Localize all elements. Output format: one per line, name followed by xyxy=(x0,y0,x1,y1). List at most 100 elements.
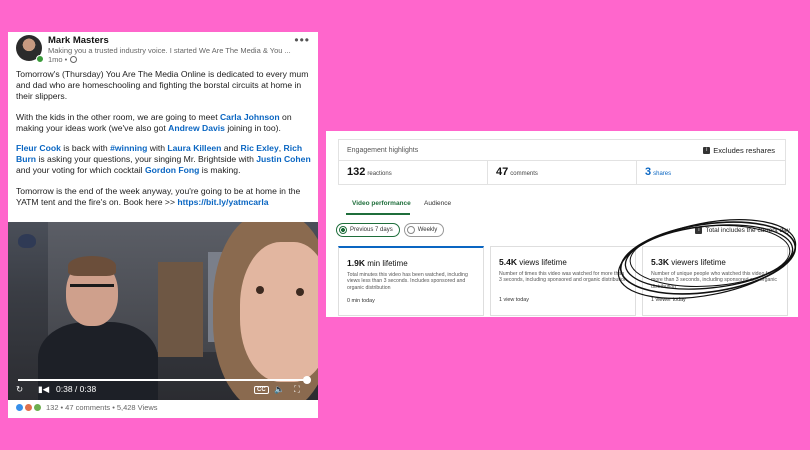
analytics-tabs: Video performance Audience xyxy=(338,199,786,215)
online-status-icon xyxy=(36,55,44,63)
replay-icon[interactable]: ↻ xyxy=(16,384,23,395)
view-count: 5,428 Views xyxy=(116,403,158,412)
celebrate-reaction-icon xyxy=(34,404,41,411)
metric-unit: views lifetime xyxy=(519,258,567,267)
tab-video-performance[interactable]: Video performance xyxy=(352,200,411,207)
stat-number: 3 xyxy=(645,166,652,178)
separator: • xyxy=(112,403,115,412)
mention-link[interactable]: Fleur Cook xyxy=(16,143,61,153)
reaction-count[interactable]: 132 xyxy=(46,403,59,412)
video-progress-bar[interactable] xyxy=(18,376,311,384)
range-option-weekly[interactable]: Weekly xyxy=(403,223,445,237)
post-time: 1mo • xyxy=(48,55,68,64)
linkedin-post: Mark Masters Making you a trusted indust… xyxy=(8,32,318,418)
excludes-reshares-note: i Excludes reshares xyxy=(703,146,775,155)
metric-today: 1 viewer today xyxy=(651,297,686,303)
stat-label: shares xyxy=(653,171,672,177)
analytics-panel: Engagement highlights i Excludes reshare… xyxy=(326,131,798,317)
metric-card-minutes[interactable]: 1.9K min lifetime Total minutes this vid… xyxy=(338,246,484,316)
captions-icon[interactable]: CC xyxy=(254,386,269,394)
text: and xyxy=(221,143,241,154)
metric-value: 1.9K xyxy=(347,258,365,268)
metric-card-viewers[interactable]: 5.3K viewers lifetime Number of unique p… xyxy=(642,246,788,316)
engagement-stats: 132 reactions 47 comments 3 shares xyxy=(338,161,786,185)
author-name[interactable]: Mark Masters xyxy=(48,35,109,46)
section-title: Engagement highlights xyxy=(347,147,419,154)
text: With the kids in the other room, we are … xyxy=(16,111,220,122)
video-frame xyxy=(256,286,264,294)
author-headline: Making you a trusted industry voice. I s… xyxy=(48,46,291,55)
comments-stat[interactable]: 47 comments xyxy=(488,161,637,185)
metric-today: 0 min today xyxy=(347,298,375,304)
text: is back with xyxy=(60,143,111,154)
post-text: Tomorrow's (Thursday) You Are The Media … xyxy=(16,69,312,217)
social-counts: 132 • 47 comments • 5,428 Views xyxy=(16,403,158,412)
video-time: 0:38 / 0:38 xyxy=(56,384,97,394)
excludes-reshares-label: Excludes reshares xyxy=(713,146,775,155)
video-controls: ↻ ▮◀ 0:38 / 0:38 CC 🔈 ⛶ xyxy=(8,382,318,398)
mention-link[interactable]: Gordon Fong xyxy=(145,165,199,175)
separator: • xyxy=(60,403,64,412)
range-label: Previous 7 days xyxy=(350,227,393,233)
stat-number: 132 xyxy=(347,166,366,178)
video-frame xyxy=(158,262,203,357)
mention-link[interactable]: Justin Cohen xyxy=(256,154,310,164)
radio-icon xyxy=(406,226,415,234)
post-paragraph: With the kids in the other room, we are … xyxy=(16,112,312,134)
text: and your voting for which cocktail xyxy=(16,165,145,176)
video-player[interactable]: ↻ ▮◀ 0:38 / 0:38 CC 🔈 ⛶ xyxy=(8,222,318,400)
booking-link[interactable]: https://bit.ly/yatmcarla xyxy=(177,197,268,207)
metric-title: 5.3K viewers lifetime xyxy=(651,257,779,267)
post-paragraph: Tomorrow is the end of the week anyway, … xyxy=(16,186,312,208)
video-frame xyxy=(296,288,304,296)
video-frame xyxy=(68,256,116,276)
text: with xyxy=(147,143,168,154)
metric-description: Number of times this video was watched f… xyxy=(499,271,627,284)
comment-count[interactable]: 47 comments xyxy=(65,403,110,412)
total-note: i Total includes the current day xyxy=(695,227,790,234)
tab-audience[interactable]: Audience xyxy=(424,200,451,207)
text: is asking your questions, your singing M… xyxy=(36,154,257,165)
active-tab-indicator xyxy=(346,213,410,215)
fullscreen-icon[interactable]: ⛶ xyxy=(294,384,300,395)
stat-label: reactions xyxy=(367,171,392,177)
skip-back-icon[interactable]: ▮◀ xyxy=(38,384,49,395)
radio-selected-icon xyxy=(339,226,347,234)
hashtag-link[interactable]: #winning xyxy=(110,143,147,153)
volume-icon[interactable]: 🔈 xyxy=(274,384,285,395)
text: is making. xyxy=(199,165,241,176)
video-frame xyxy=(240,242,318,382)
love-reaction-icon xyxy=(25,404,32,411)
metric-unit: min lifetime xyxy=(367,259,408,268)
metric-description: Total minutes this video has been watche… xyxy=(347,272,468,291)
stat-label: comments xyxy=(510,171,538,177)
info-icon: i xyxy=(695,227,703,234)
reactions-stat[interactable]: 132 reactions xyxy=(338,161,488,185)
globe-icon xyxy=(70,56,78,63)
range-label: Weekly xyxy=(417,227,438,233)
engagement-header: Engagement highlights i Excludes reshare… xyxy=(338,139,786,161)
mention-link[interactable]: Carla Johnson xyxy=(220,112,280,122)
shares-stat[interactable]: 3 shares xyxy=(637,161,786,185)
metric-card-views[interactable]: 5.4K views lifetime Number of times this… xyxy=(490,246,636,316)
mention-link[interactable]: Ric Exley xyxy=(241,143,279,153)
metric-description: Number of unique people who watched this… xyxy=(651,271,778,290)
post-header: Mark Masters Making you a trusted indust… xyxy=(8,32,318,68)
post-meta: 1mo • xyxy=(48,55,78,64)
metric-value: 5.3K xyxy=(651,257,669,267)
metric-cards: 1.9K min lifetime Total minutes this vid… xyxy=(338,246,788,316)
like-reaction-icon xyxy=(16,404,23,411)
metric-value: 5.4K xyxy=(499,257,517,267)
stat-number: 47 xyxy=(496,166,509,178)
time-range-selector: Previous 7 days Weekly xyxy=(336,223,445,237)
video-frame xyxy=(70,284,114,294)
info-icon: i xyxy=(703,147,711,154)
metric-title: 1.9K min lifetime xyxy=(347,258,475,268)
range-option-previous-7-days[interactable]: Previous 7 days xyxy=(336,223,400,237)
mention-link[interactable]: Andrew Davis xyxy=(168,123,225,133)
mention-link[interactable]: Laura Killeen xyxy=(167,143,221,153)
metric-today: 1 view today xyxy=(499,297,529,303)
more-options-icon[interactable]: ••• xyxy=(294,33,310,47)
video-frame xyxy=(18,234,36,248)
post-paragraph: Fleur Cook is back with #winning with La… xyxy=(16,143,312,177)
